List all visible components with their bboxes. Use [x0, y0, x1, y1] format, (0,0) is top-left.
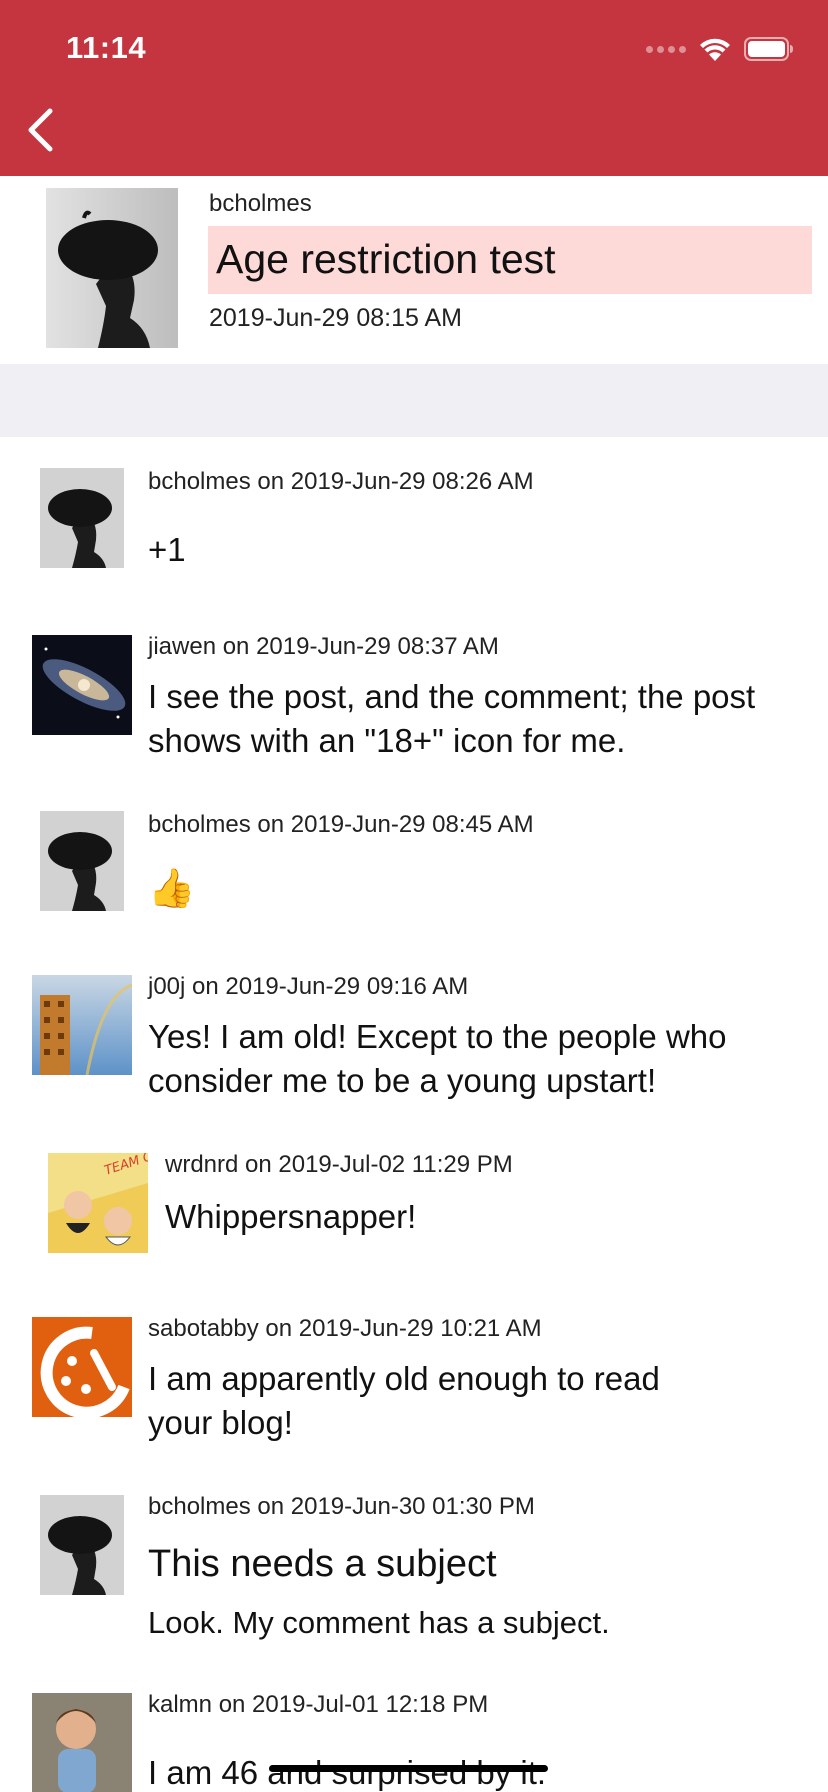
comment-meta: bcholmes on 2019-Jun-30 01:30 PM: [148, 1493, 535, 1520]
strikethrough-text: and surprised by it.: [267, 1751, 548, 1792]
beret-avatar[interactable]: [40, 468, 124, 568]
comment-meta: bcholmes on 2019-Jun-29 08:26 AM: [148, 468, 534, 495]
rainbow-building-avatar[interactable]: [32, 975, 132, 1075]
post-title-highlight: Age restriction test: [208, 226, 812, 294]
thumbs-up-emoji: 👍: [148, 868, 196, 910]
comment-meta: kalmn on 2019-Jul-01 12:18 PM: [148, 1691, 489, 1718]
battery-icon: [744, 37, 794, 61]
section-separator: [0, 364, 828, 437]
post-title: Age restriction test: [216, 236, 556, 282]
post-date: 2019-Jun-29 08:15 AM: [209, 304, 462, 332]
comment-subject: This needs a subject: [148, 1543, 497, 1585]
beret-avatar[interactable]: [40, 811, 124, 911]
comment-body: Look. My comment has a subject.: [148, 1605, 610, 1640]
comment-item[interactable]: TEAM OLD FW wrdnrd on 2019-Jul-02 11:29 …: [0, 1143, 828, 1263]
comment-item[interactable]: sabotabby on 2019-Jun-29 10:21 AM I am a…: [0, 1307, 828, 1457]
comment-item[interactable]: jiawen on 2019-Jun-29 08:37 AM I see the…: [0, 625, 828, 775]
team-old-fw-avatar[interactable]: TEAM OLD FW: [48, 1153, 148, 1253]
comment-meta: bcholmes on 2019-Jun-29 08:45 AM: [148, 811, 534, 838]
comment-body: +1: [148, 531, 186, 568]
galaxy-avatar[interactable]: [32, 635, 132, 735]
post-header: bcholmes Age restriction test 2019-Jun-2…: [0, 176, 828, 364]
comment-meta: j00j on 2019-Jun-29 09:16 AM: [148, 973, 469, 1000]
comment-body: Whippersnapper!: [165, 1198, 417, 1235]
child-photo-avatar[interactable]: [32, 1693, 132, 1792]
comment-body: I am 46 and surprised by it.: [148, 1751, 808, 1792]
comment-meta: sabotabby on 2019-Jun-29 10:21 AM: [148, 1315, 542, 1342]
comment-body: I am apparently old enough to read your …: [148, 1360, 660, 1441]
cellular-signal-icon: [646, 45, 686, 53]
status-time: 11:14: [66, 30, 147, 65]
wifi-icon: [698, 36, 732, 62]
comment-meta: jiawen on 2019-Jun-29 08:37 AM: [148, 633, 499, 660]
comment-item[interactable]: kalmn on 2019-Jul-01 12:18 PM I am 46 an…: [0, 1683, 828, 1792]
beret-avatar[interactable]: [40, 1495, 124, 1595]
post-author[interactable]: bcholmes: [209, 190, 312, 218]
post-author-avatar[interactable]: [46, 188, 178, 348]
status-indicators: [646, 36, 794, 62]
comment-body: I see the post, and the comment; the pos…: [148, 678, 756, 759]
comment-item[interactable]: j00j on 2019-Jun-29 09:16 AM Yes! I am o…: [0, 965, 828, 1115]
comment-body: Yes! I am old! Except to the people who …: [148, 1018, 727, 1099]
chevron-left-icon[interactable]: [20, 104, 60, 156]
comment-meta: wrdnrd on 2019-Jul-02 11:29 PM: [165, 1151, 513, 1178]
navigation-header: 11:14: [0, 0, 828, 176]
comment-item[interactable]: bcholmes on 2019-Jun-29 08:26 AM +1: [0, 460, 828, 570]
comment-body-text: I am 46: [148, 1754, 259, 1791]
comment-item[interactable]: bcholmes on 2019-Jun-30 01:30 PM This ne…: [0, 1485, 828, 1650]
clock-avatar[interactable]: [32, 1317, 132, 1417]
comment-item[interactable]: bcholmes on 2019-Jun-29 08:45 AM 👍: [0, 803, 828, 913]
